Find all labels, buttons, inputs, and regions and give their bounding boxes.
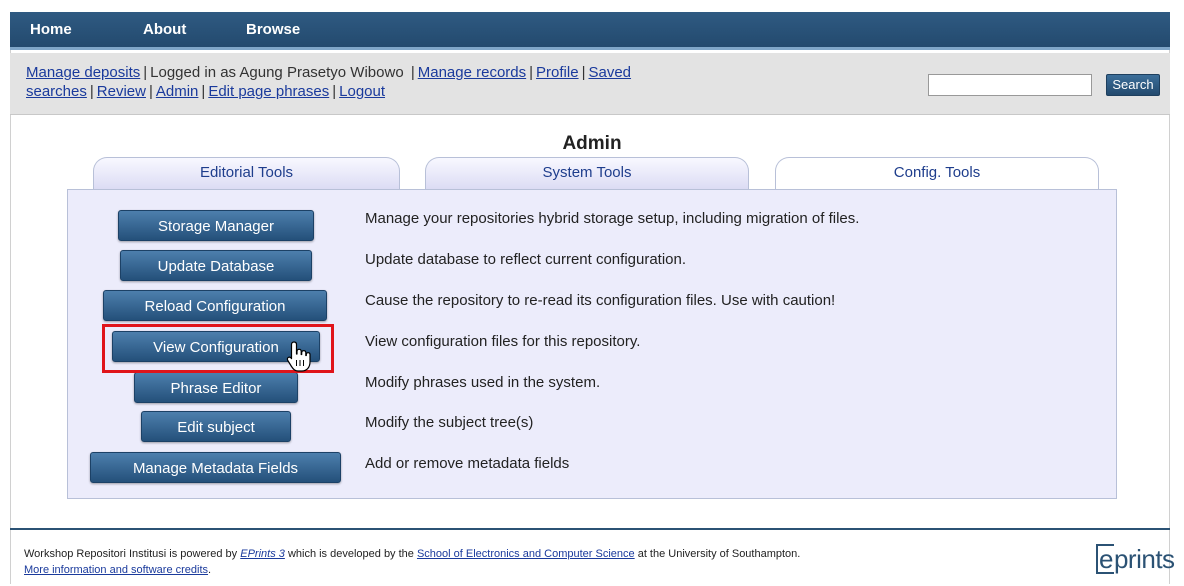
manage-metadata-fields-button[interactable]: Manage Metadata Fields xyxy=(90,452,341,483)
saved-searches-link[interactable]: Saved xyxy=(588,64,631,81)
user-bar: Manage deposits | Logged in as Agung Prase… xyxy=(10,53,1170,115)
school-link[interactable]: School of Electronics and Computer Scien… xyxy=(417,548,635,560)
manage-metadata-fields-description: Add or remove metadata fields xyxy=(365,455,570,472)
edit-subject-description: Modify the subject tree(s) xyxy=(365,414,534,431)
reload-configuration-description: Cause the repository to re-read its conf… xyxy=(365,292,836,309)
page-title: Admin xyxy=(562,133,622,154)
eprints-link[interactable]: EPrints 3 xyxy=(240,548,285,560)
nav-home-link[interactable]: Home xyxy=(30,21,72,38)
view-configuration-description: View configuration files for this reposi… xyxy=(365,333,641,350)
phrase-editor-description: Modify phrases used in the system. xyxy=(365,374,601,391)
review-link[interactable]: Review xyxy=(97,83,146,100)
update-database-description: Update database to reflect current confi… xyxy=(365,251,687,268)
storage-manager-button[interactable]: Storage Manager xyxy=(118,210,314,241)
edit-page-phrases-link[interactable]: Edit page phrases xyxy=(208,83,329,100)
storage-manager-description: Manage your repositories hybrid storage … xyxy=(365,210,860,227)
saved-searches-link-cont[interactable]: searches xyxy=(26,83,87,100)
top-nav: Home About Browse xyxy=(10,12,1170,50)
nav-browse-link[interactable]: Browse xyxy=(246,21,300,38)
admin-link[interactable]: Admin xyxy=(156,83,199,100)
manage-deposits-link[interactable]: Manage deposits xyxy=(26,64,140,81)
manage-records-link[interactable]: Manage records xyxy=(418,64,526,81)
logged-in-as-text: Logged in as Agung Prasetyo Wibowo xyxy=(150,64,404,81)
hand-cursor-icon xyxy=(286,341,311,372)
tab-config-tools[interactable]: Config. Tools xyxy=(775,157,1099,190)
phrase-editor-button[interactable]: Phrase Editor xyxy=(134,372,298,403)
search-button[interactable]: Search xyxy=(1106,74,1160,96)
footer-text: Workshop Repositori Institusi is powered… xyxy=(24,548,801,576)
tab-system-tools[interactable]: System Tools xyxy=(425,157,749,189)
logout-link[interactable]: Logout xyxy=(339,83,385,100)
eprints-logo: eprints xyxy=(1096,544,1175,575)
edit-subject-button[interactable]: Edit subject xyxy=(141,411,291,442)
search-input[interactable] xyxy=(928,74,1092,96)
user-links: Manage deposits | Logged in as Agung Prase… xyxy=(26,64,632,100)
update-database-button[interactable]: Update Database xyxy=(120,250,312,281)
profile-link[interactable]: Profile xyxy=(536,64,579,81)
nav-about-link[interactable]: About xyxy=(143,21,186,38)
more-info-link[interactable]: More information and software credits xyxy=(24,564,208,576)
footer-divider xyxy=(10,528,1170,530)
reload-configuration-button[interactable]: Reload Configuration xyxy=(103,290,327,321)
tab-editorial-tools[interactable]: Editorial Tools xyxy=(93,157,400,189)
